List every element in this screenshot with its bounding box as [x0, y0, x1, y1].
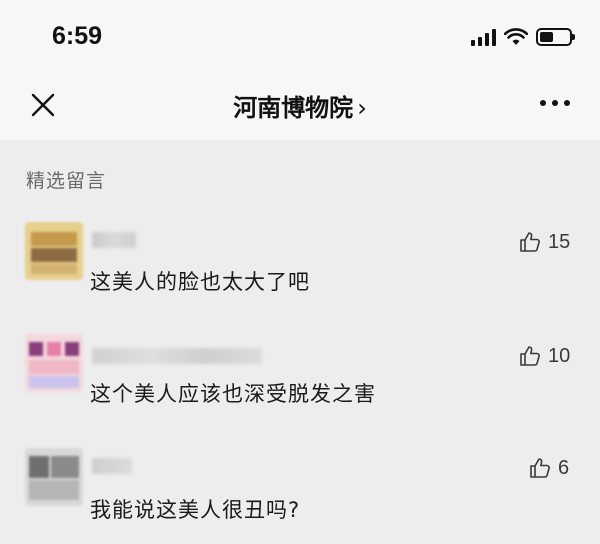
like-button[interactable]: 15 — [518, 230, 570, 254]
comment-text: 我能说这美人很丑吗? — [90, 498, 301, 522]
thumbs-up-icon — [520, 232, 540, 252]
like-count: 10 — [548, 344, 571, 367]
signal-icon — [471, 28, 496, 46]
like-button[interactable]: 6 — [528, 456, 569, 480]
page-title-text: 河南博物院 — [233, 94, 354, 122]
avatar[interactable] — [25, 222, 83, 280]
thumbs-up-icon — [520, 346, 540, 366]
thumbs-up-icon — [530, 458, 550, 478]
like-count: 6 — [558, 456, 570, 479]
status-icons — [471, 26, 575, 48]
comment-item: 这美人的脸也太大了吧 15 — [0, 222, 600, 312]
status-time: 6:59 — [52, 22, 103, 50]
section-label: 精选留言 — [26, 170, 107, 192]
username[interactable] — [92, 348, 262, 364]
chevron-right-icon: › — [357, 94, 367, 122]
comment-item: 这个美人应该也深受脱发之害 10 — [0, 334, 600, 424]
wifi-icon — [504, 28, 528, 45]
comment-text: 这个美人应该也深受脱发之害 — [90, 382, 376, 406]
comment-text: 这美人的脸也太大了吧 — [90, 270, 310, 294]
avatar[interactable] — [25, 334, 83, 392]
top-bar: 6:59 河南博物院 › — [0, 0, 600, 140]
comment-item: 我能说这美人很丑吗? 6 — [0, 448, 600, 538]
avatar[interactable] — [25, 448, 83, 506]
username[interactable] — [92, 232, 136, 248]
username[interactable] — [92, 458, 132, 474]
like-count: 15 — [548, 230, 571, 253]
page-title[interactable]: 河南博物院 › — [0, 88, 600, 123]
more-icon[interactable] — [540, 100, 570, 106]
like-button[interactable]: 10 — [518, 344, 570, 368]
battery-icon — [536, 28, 575, 46]
